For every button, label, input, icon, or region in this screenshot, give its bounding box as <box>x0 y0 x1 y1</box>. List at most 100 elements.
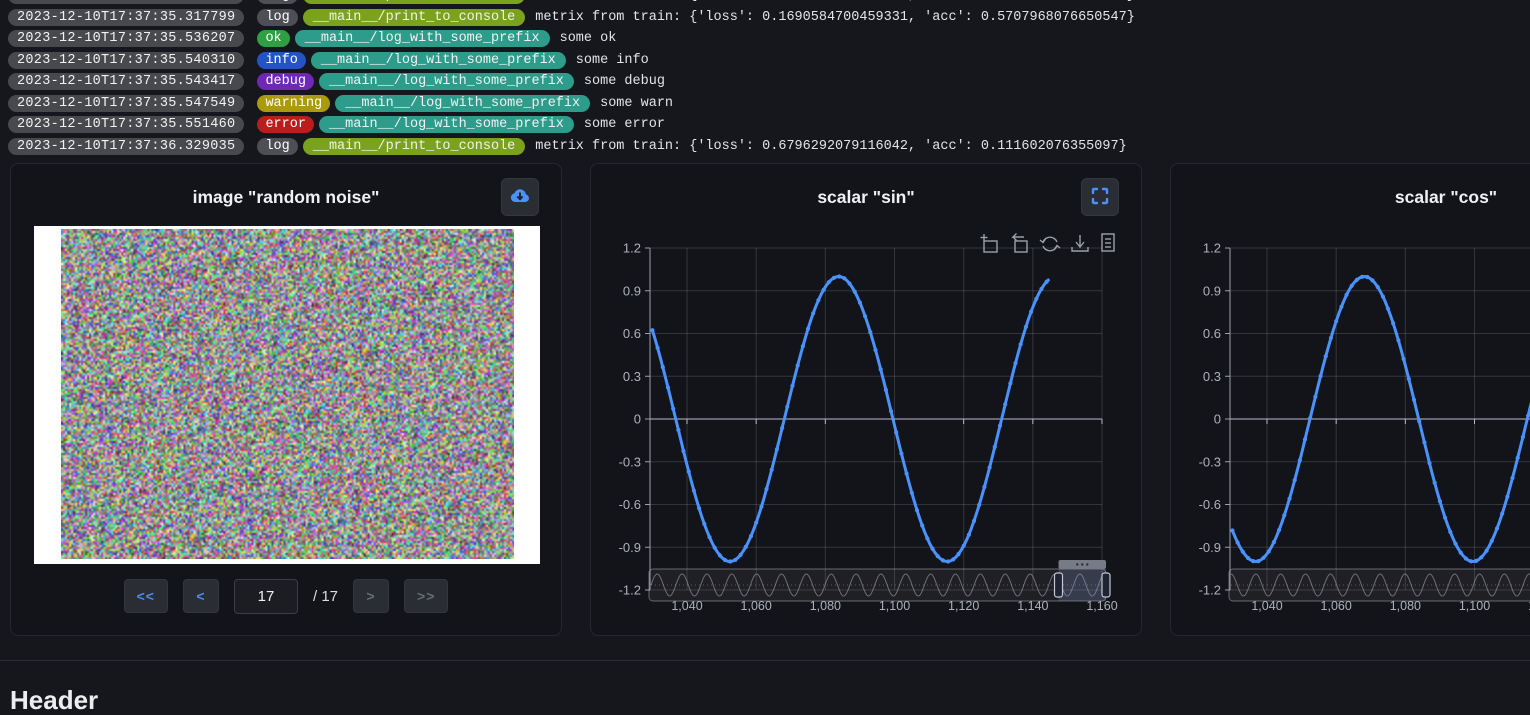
log-prefix-badge: __main__/log_with_some_prefix <box>311 52 566 69</box>
log-timestamp-badge: 2023-12-10T17:37:35.540310 <box>8 52 244 69</box>
footer-heading: Header <box>10 686 98 715</box>
noise-figure <box>34 226 540 564</box>
page-total-label: / 17 <box>313 588 338 605</box>
log-timestamp-badge: 2023-12-10T17:37:35.317799 <box>8 0 244 4</box>
datazoom-slider[interactable] <box>649 560 1110 601</box>
log-prefix-badge: __main__/print_to_console <box>303 9 526 26</box>
log-row: 2023-12-10T17:37:35.540310 info __main__/l… <box>8 51 1530 71</box>
log-prefix-badge: __main__/log_with_some_prefix <box>295 30 550 47</box>
next-page-button[interactable]: > <box>353 579 389 613</box>
log-timestamp-badge: 2023-12-10T17:37:35.317799 <box>8 9 244 26</box>
x-axis-tick-label: 1,120 <box>948 599 979 613</box>
y-axis-tick-label: 0.3 <box>623 369 641 384</box>
log-message: some ok <box>560 31 617 46</box>
download-image-button[interactable] <box>501 178 539 216</box>
log-message: metrix from train: {'loss': 0.1690584700… <box>535 10 1135 25</box>
log-message: some error <box>584 117 665 132</box>
y-axis-tick-label: 0 <box>634 412 641 427</box>
image-panel: image "random noise" << < / 17 > >> <box>10 163 562 636</box>
datazoom-slider[interactable] <box>1229 560 1530 601</box>
toolbox-zoom-reset-icon[interactable] <box>1013 234 1027 253</box>
x-axis-tick-label: 1,140 <box>1017 599 1048 613</box>
y-axis-tick-label: -0.9 <box>1199 540 1221 555</box>
log-timestamp-badge: 2023-12-10T17:37:35.547549 <box>8 95 244 112</box>
y-axis-tick-label: 1.2 <box>623 241 641 256</box>
y-axis-tick-label: -1.2 <box>619 583 641 598</box>
toolbox-data-view-icon[interactable] <box>1102 234 1114 251</box>
y-axis-tick-label: 0.6 <box>1203 326 1221 341</box>
y-axis-tick-label: 0.9 <box>623 283 641 298</box>
y-axis-tick-label: 0 <box>1214 412 1221 427</box>
log-level-badge: log <box>257 138 297 155</box>
log-level-badge: error <box>257 116 314 133</box>
y-axis-tick-label: -0.3 <box>1199 454 1221 469</box>
datazoom-handle[interactable] <box>1102 573 1110 597</box>
log-level-badge: log <box>257 9 297 26</box>
x-axis-tick-label: 1,080 <box>1390 599 1421 613</box>
sin-chart: 1.20.90.60.30-0.3-0.6-0.9-1.21,0401,0601… <box>591 164 1143 637</box>
sin-fullscreen-button[interactable] <box>1081 178 1119 216</box>
log-timestamp-badge: 2023-12-10T17:37:36.329035 <box>8 138 244 155</box>
x-axis-tick-label: 1,040 <box>1251 599 1282 613</box>
log-level-badge: log <box>257 0 297 4</box>
log-prefix-badge: __main__/log_with_some_prefix <box>319 116 574 133</box>
datazoom-handle[interactable] <box>1055 573 1063 597</box>
first-page-button[interactable]: << <box>124 579 168 613</box>
log-row: 2023-12-10T17:37:35.317799 log __main__/pr… <box>8 0 1530 6</box>
log-prefix-badge: __main__/log_with_some_prefix <box>335 95 590 112</box>
log-row: 2023-12-10T17:37:35.547549 warning __main_… <box>8 94 1530 114</box>
prev-page-button[interactable]: < <box>183 579 219 613</box>
image-panel-title: image "random noise" <box>193 187 380 208</box>
x-axis-tick-label: 1,160 <box>1086 599 1117 613</box>
log-console: 2023-12-10T17:37:35.317799 log __main__/pr… <box>0 0 1530 158</box>
sin-panel-title: scalar "sin" <box>817 187 914 208</box>
y-axis-tick-label: -0.6 <box>619 497 641 512</box>
log-row: 2023-12-10T17:37:35.543417 debug __main__/… <box>8 72 1530 92</box>
cos-panel-header: scalar "cos" <box>1171 164 1530 230</box>
log-timestamp-badge: 2023-12-10T17:37:35.543417 <box>8 73 244 90</box>
toolbox-box-zoom-icon[interactable] <box>981 234 998 252</box>
cards-row: image "random noise" << < / 17 > >> 1.2 0… <box>10 163 1530 636</box>
log-row: 2023-12-10T17:37:35.536207ok__main__/log… <box>8 29 1530 49</box>
x-axis-tick-label: 1,040 <box>671 599 702 613</box>
log-timestamp-badge: 2023-12-10T17:37:35.551460 <box>8 116 244 133</box>
toolbox-save-image-icon[interactable] <box>1072 235 1088 251</box>
log-message: some warn <box>600 96 673 111</box>
random-noise-image <box>61 229 514 559</box>
image-panel-header: image "random noise" <box>11 164 561 230</box>
y-axis-tick-label: -1.2 <box>1199 583 1221 598</box>
log-prefix-badge: __main__/print_to_console <box>303 138 526 155</box>
log-row: 2023-12-10T17:37:35.317799 log __main__/pr… <box>8 8 1530 28</box>
cloud-download-icon <box>508 184 532 211</box>
log-message: some info <box>576 53 649 68</box>
image-pagination: << < / 17 > >> <box>11 578 561 614</box>
y-axis-tick-label: 0.9 <box>1203 283 1221 298</box>
x-axis-tick-label: 1,100 <box>879 599 910 613</box>
toolbox-refresh-icon[interactable] <box>1040 237 1060 251</box>
log-level-badge: info <box>257 52 305 69</box>
datazoom-selection[interactable] <box>1059 569 1106 601</box>
y-axis-tick-label: 0.3 <box>1203 369 1221 384</box>
x-axis-tick-label: 1,060 <box>741 599 772 613</box>
x-axis-tick-label: 1,060 <box>1321 599 1352 613</box>
cos-chart: 1.20.90.60.30-0.3-0.6-0.9-1.21,0401,0601… <box>1171 164 1530 637</box>
log-message: some debug <box>584 74 665 89</box>
x-axis-tick-label: 1,080 <box>810 599 841 613</box>
page-number-input[interactable] <box>234 579 298 614</box>
y-axis-tick-label: -0.9 <box>619 540 641 555</box>
sin-panel-header: scalar "sin" <box>591 164 1141 230</box>
section-divider <box>0 660 1530 661</box>
log-level-badge: warning <box>257 95 330 112</box>
log-level-badge: ok <box>257 30 289 47</box>
last-page-button[interactable]: >> <box>404 579 448 613</box>
log-prefix-badge: __main__/log_with_some_prefix <box>319 73 574 90</box>
chart-toolbox <box>981 234 1115 253</box>
log-message: metrix from train: {'loss': 0.6796292079… <box>535 139 1126 154</box>
log-message: metrix from train: {'loss': 0.1690584700… <box>535 0 1135 3</box>
log-level-badge: debug <box>257 73 314 90</box>
log-row: 2023-12-10T17:37:36.329035 log __main__/pr… <box>8 137 1530 157</box>
log-prefix-badge: __main__/print_to_console <box>303 0 526 4</box>
y-axis-tick-label: -0.6 <box>1199 497 1221 512</box>
cos-chart-panel: 1.20.90.60.30-0.3-0.6-0.9-1.21,0401,0601… <box>1170 163 1530 636</box>
cos-panel-title: scalar "cos" <box>1395 187 1497 208</box>
